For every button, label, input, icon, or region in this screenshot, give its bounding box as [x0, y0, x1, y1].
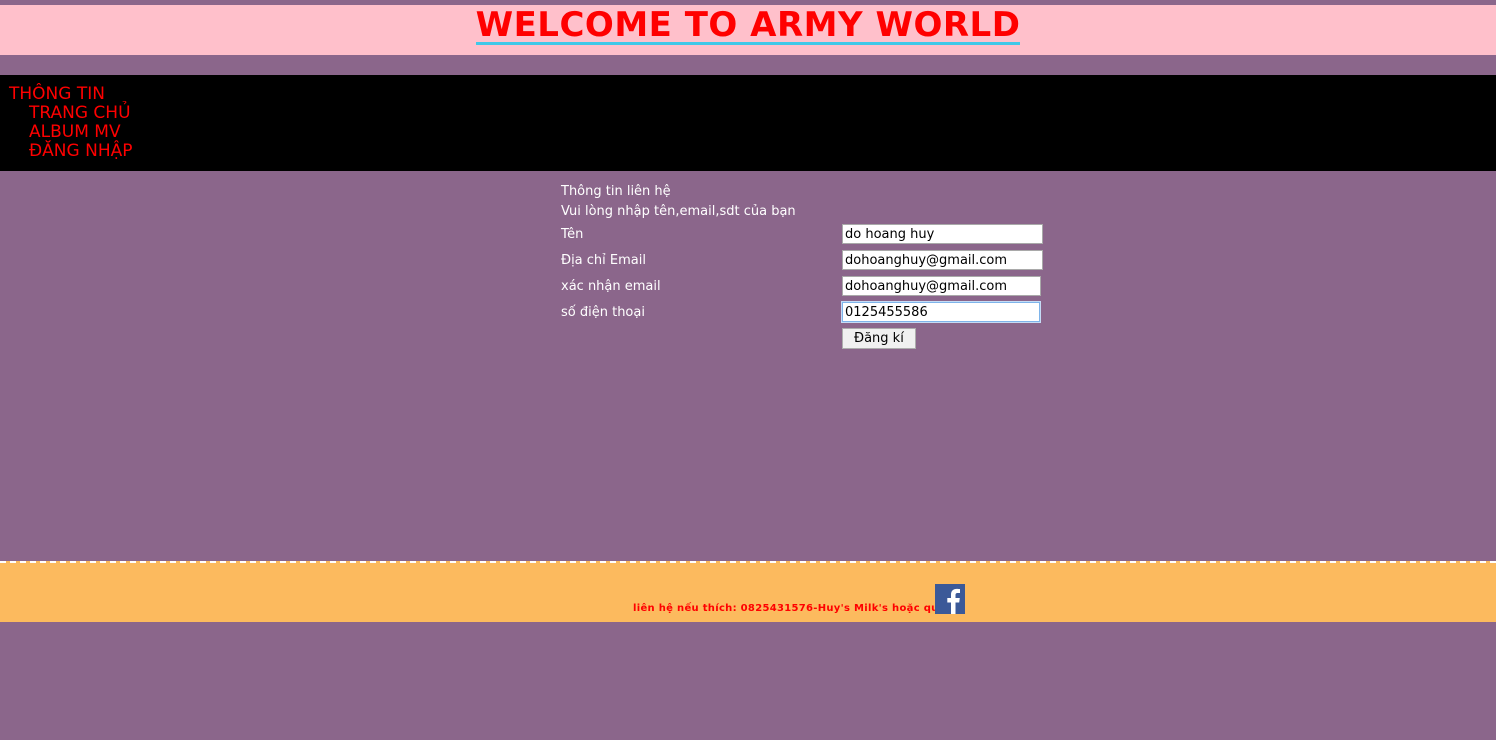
email-label: Địa chỉ Email [561, 253, 646, 268]
contact-form: Thông tin liên hệ Vui lòng nhập tên,emai… [561, 184, 1061, 354]
footer-contact-text: liên hệ nếu thích: 0825431576-Huy's Milk… [633, 603, 946, 614]
phone-row: số điện thoại [561, 301, 1061, 328]
nav-title[interactable]: THÔNG TIN [9, 85, 105, 104]
header-banner: WELCOME TO ARMY WORLD [0, 5, 1496, 55]
name-input[interactable] [842, 224, 1043, 244]
nav-item-album[interactable]: ALBUM MV [29, 123, 132, 142]
submit-row: Đăng kí [561, 328, 1061, 354]
form-instruction: Vui lòng nhập tên,email,sdt của bạn [561, 204, 796, 219]
footer: liên hệ nếu thích: 0825431576-Huy's Milk… [0, 561, 1496, 622]
nav-item-home[interactable]: TRANG CHỦ [29, 104, 132, 123]
phone-label: số điện thoại [561, 305, 645, 320]
name-row: Tên [561, 224, 1061, 250]
confirm-email-label: xác nhận email [561, 279, 661, 294]
facebook-icon[interactable] [935, 584, 965, 614]
name-label: Tên [561, 227, 584, 242]
confirm-email-row: xác nhận email [561, 276, 1061, 302]
phone-input[interactable] [841, 301, 1041, 323]
register-button[interactable]: Đăng kí [842, 328, 916, 349]
nav-item-login[interactable]: ĐĂNG NHẬP [29, 142, 132, 161]
email-input[interactable] [842, 250, 1043, 270]
form-heading: Thông tin liên hệ [561, 184, 671, 199]
facebook-icon-glyph [935, 584, 965, 614]
nav-list: TRANG CHỦ ALBUM MV ĐĂNG NHẬP [29, 104, 132, 161]
nav-menu: THÔNG TIN TRANG CHỦ ALBUM MV ĐĂNG NHẬP [0, 75, 1496, 171]
page-title: WELCOME TO ARMY WORLD [475, 5, 1021, 45]
confirm-email-input[interactable] [842, 276, 1041, 296]
email-row: Địa chỉ Email [561, 250, 1061, 276]
